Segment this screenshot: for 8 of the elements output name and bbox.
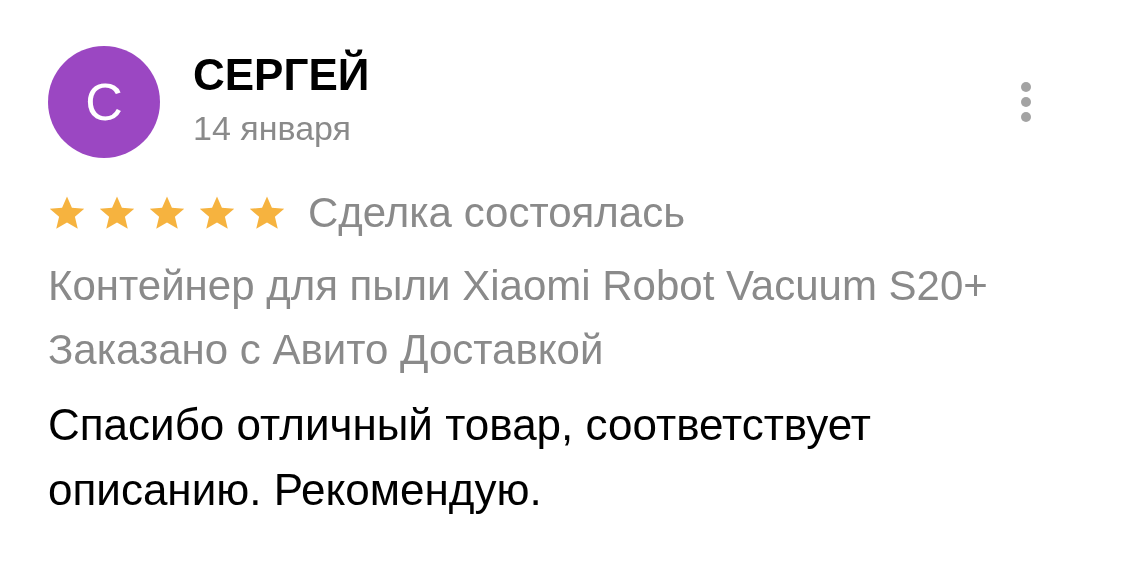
delivery-note: Заказано с Авито Доставкой <box>48 325 605 375</box>
author-name: СЕРГЕЙ <box>193 50 371 100</box>
review-date: 14 января <box>193 108 352 148</box>
product-name: Контейнер для пыли Xiaomi Robot Vacuum S20+ <box>48 261 989 311</box>
avatar: С <box>48 46 160 158</box>
review-text: Спасибо отличный товар, соответствует описанию. Рекомендую. <box>48 399 872 516</box>
deal-status: Сделка состоялась <box>308 188 686 238</box>
more-menu-icon[interactable] <box>1019 81 1033 123</box>
